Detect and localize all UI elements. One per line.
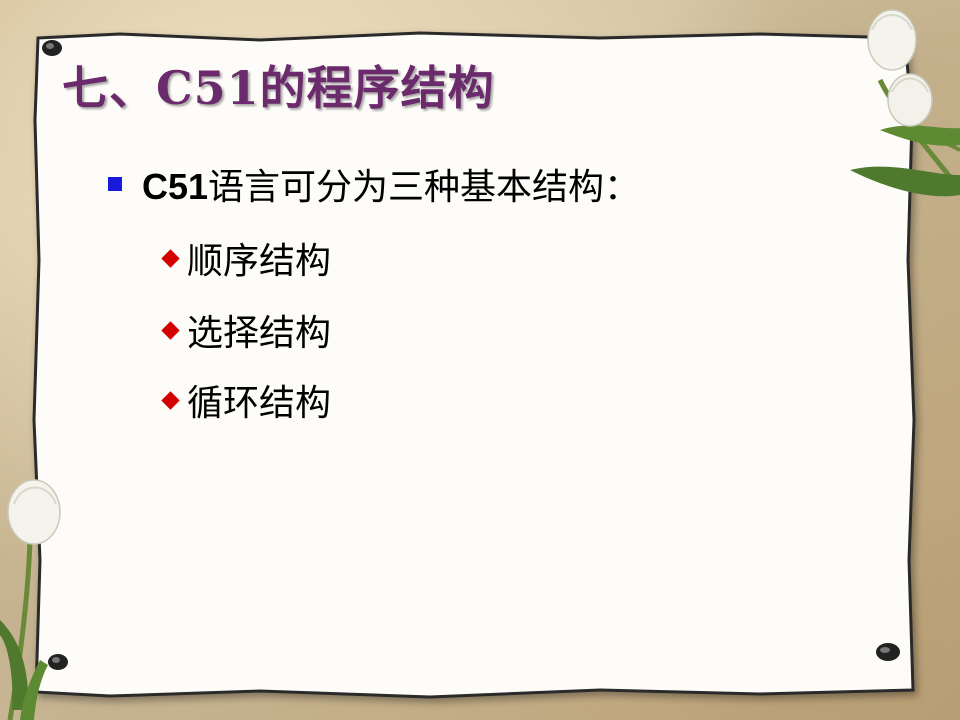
diamond-bullet-icon [161, 390, 180, 410]
diamond-bullet-icon [161, 320, 180, 340]
main-bullet-text: C51语言可分为三种基本结构： [142, 158, 640, 210]
diamond-bullet-icon [161, 248, 180, 268]
pushpin-icon [42, 40, 62, 56]
sub-bullet-label: 循环结构 [187, 383, 332, 424]
sub-bullet-item: 选择结构 [160, 304, 331, 356]
square-bullet-icon [108, 177, 122, 191]
sub-bullet-item: 循环结构 [160, 374, 331, 426]
sub-bullet-item: 顺序结构 [160, 232, 331, 284]
main-bullet-item: C51语言可分为三种基本结构： [108, 158, 640, 210]
slide-title: 七、C51的程序结构 [62, 61, 495, 115]
sub-bullet-label: 选择结构 [187, 313, 332, 354]
main-bullet-rest: 语言可分为三种基本结构： [208, 167, 641, 208]
pushpin-icon [876, 643, 900, 661]
sub-bullet-label: 顺序结构 [187, 241, 332, 282]
tulip-flower [0, 479, 61, 720]
tulip-flower [850, 9, 960, 197]
main-bullet-prefix: C51 [142, 166, 209, 207]
